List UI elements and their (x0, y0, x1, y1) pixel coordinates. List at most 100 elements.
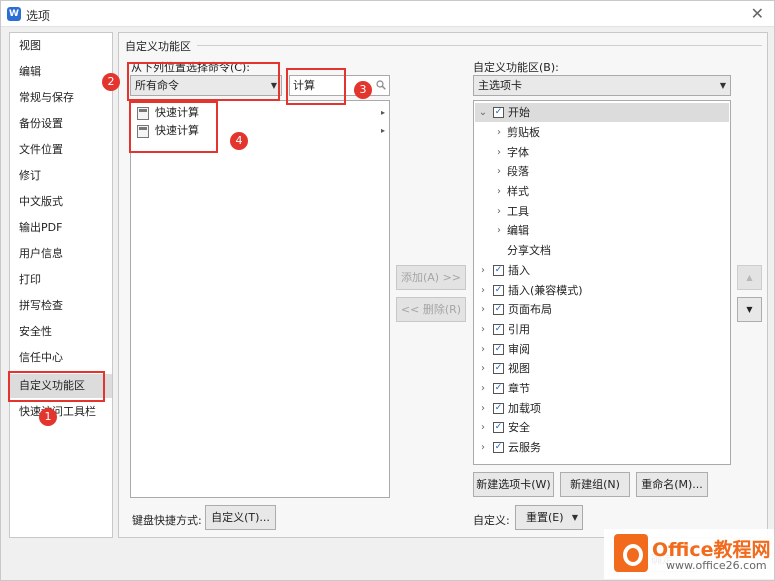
tree-item-tab[interactable]: › ✓ 页面布局 (475, 300, 729, 319)
tree-item-group[interactable]: › 字体 (475, 143, 729, 162)
checkbox-checked-icon[interactable]: ✓ (493, 107, 504, 118)
checkbox-checked-icon[interactable]: ✓ (493, 304, 504, 315)
dropdown-arrow-icon: ▼ (571, 513, 578, 522)
sidebar-item-chinese-layout[interactable]: 中文版式 (10, 190, 112, 214)
chevron-right-icon[interactable]: › (478, 418, 488, 437)
chevron-right-icon[interactable]: › (478, 340, 488, 359)
ribbon-tabs-select[interactable]: 主选项卡 ▼ (473, 75, 731, 96)
tree-item-tab[interactable]: › ✓ 引用 (475, 320, 729, 339)
sidebar-item-view[interactable]: 视图 (10, 34, 112, 58)
chevron-right-icon[interactable]: › (478, 281, 488, 300)
checkbox-checked-icon[interactable]: ✓ (493, 344, 504, 355)
checkbox-checked-icon[interactable]: ✓ (493, 285, 504, 296)
tree-item-tab[interactable]: › ✓ 插入(兼容模式) (475, 281, 729, 300)
move-up-button[interactable]: ▲ (737, 265, 762, 290)
tree-label: 章节 (508, 382, 530, 395)
checkbox-checked-icon[interactable]: ✓ (493, 442, 504, 453)
chevron-right-icon[interactable]: › (494, 123, 504, 142)
tree-label: 工具 (507, 205, 529, 218)
options-sidebar: 视图 编辑 常规与保存 备份设置 文件位置 修订 中文版式 输出PDF 用户信息… (9, 32, 113, 538)
sidebar-item-general-save[interactable]: 常规与保存 (10, 86, 112, 110)
command-search-input[interactable]: 计算 (289, 75, 390, 96)
tree-label: 段落 (507, 165, 529, 178)
checkbox-checked-icon[interactable]: ✓ (493, 422, 504, 433)
tree-item-group[interactable]: › 段落 (475, 162, 729, 181)
sidebar-item-print[interactable]: 打印 (10, 268, 112, 292)
tree-item-tab[interactable]: › ✓ 加载项 (475, 399, 729, 418)
tree-label: 编辑 (507, 224, 529, 237)
tree-label: 视图 (508, 362, 530, 375)
command-source-select[interactable]: 所有命令 ▼ (130, 75, 282, 96)
tree-item-start[interactable]: ⌄ ✓ 开始 (475, 103, 729, 122)
calculator-icon (137, 107, 149, 120)
ribbon-tabs-value: 主选项卡 (478, 79, 522, 92)
sidebar-item-file-location[interactable]: 文件位置 (10, 138, 112, 162)
rename-button[interactable]: 重命名(M)... (636, 472, 708, 497)
chevron-right-icon[interactable]: › (478, 399, 488, 418)
chevron-right-icon[interactable]: › (478, 320, 488, 339)
tree-item-group[interactable]: › 工具 (475, 202, 729, 221)
dropdown-arrow-icon: ▼ (270, 81, 277, 90)
sidebar-item-backup[interactable]: 备份设置 (10, 112, 112, 136)
customize-keyboard-button[interactable]: 自定义(T)... (205, 505, 276, 530)
site-watermark: Office教程网 www.office26.com (604, 529, 774, 579)
title-bar: W 选项 ✕ (1, 1, 774, 27)
new-tab-button[interactable]: 新建选项卡(W) (473, 472, 554, 497)
chevron-right-icon[interactable]: › (478, 379, 488, 398)
checkbox-checked-icon[interactable]: ✓ (493, 265, 504, 276)
tree-item-tab[interactable]: › ✓ 审阅 (475, 340, 729, 359)
chevron-right-icon[interactable]: › (494, 162, 504, 181)
sidebar-item-export-pdf[interactable]: 输出PDF (10, 216, 112, 240)
close-icon[interactable]: ✕ (751, 4, 764, 23)
checkbox-checked-icon[interactable]: ✓ (493, 363, 504, 374)
submenu-arrow-icon: ▸ (380, 108, 385, 117)
tree-item-group[interactable]: › 剪贴板 (475, 123, 729, 142)
chevron-right-icon[interactable]: › (494, 182, 504, 201)
sidebar-item-security[interactable]: 安全性 (10, 320, 112, 344)
sidebar-item-user-info[interactable]: 用户信息 (10, 242, 112, 266)
list-item[interactable]: 快速计算 ▸ (135, 122, 387, 140)
chevron-right-icon[interactable]: › (494, 221, 504, 240)
command-label: 快速计算 (155, 106, 199, 119)
step-badge-2: 2 (102, 73, 120, 91)
calculator-icon (137, 125, 149, 138)
chevron-down-icon[interactable]: ⌄ (478, 103, 488, 122)
tree-item-tab[interactable]: › ✓ 云服务 (475, 438, 729, 457)
add-button[interactable]: 添加(A) >> (396, 265, 466, 290)
checkbox-checked-icon[interactable]: ✓ (493, 403, 504, 414)
tree-item-group[interactable]: › 编辑 (475, 221, 729, 240)
move-down-button[interactable]: ▼ (737, 297, 762, 322)
sidebar-item-edit[interactable]: 编辑 (10, 60, 112, 84)
chevron-right-icon[interactable]: › (478, 300, 488, 319)
office-logo-icon (614, 534, 648, 572)
tree-item-tab[interactable]: › ✓ 插入 (475, 261, 729, 280)
tree-item-tab[interactable]: › ✓ 安全 (475, 418, 729, 437)
list-item[interactable]: 快速计算 ▸ (135, 104, 387, 122)
reset-label: 重置(E) (526, 511, 564, 524)
sidebar-item-customize-ribbon[interactable]: 自定义功能区 (10, 374, 112, 398)
tree-label: 审阅 (508, 343, 530, 356)
tree-item-group[interactable]: › 样式 (475, 182, 729, 201)
chevron-right-icon[interactable]: › (478, 359, 488, 378)
checkbox-checked-icon[interactable]: ✓ (493, 324, 504, 335)
checkbox-checked-icon[interactable]: ✓ (493, 383, 504, 394)
sidebar-item-quick-access-toolbar[interactable]: 快速访问工具栏 (10, 400, 112, 424)
chevron-right-icon[interactable]: › (478, 261, 488, 280)
step-badge-1: 1 (39, 408, 57, 426)
tree-item-tab[interactable]: › ✓ 视图 (475, 359, 729, 378)
reset-dropdown-button[interactable]: 重置(E) ▼ (515, 505, 583, 530)
chevron-right-icon[interactable]: › (478, 438, 488, 457)
search-icon[interactable] (376, 80, 386, 90)
new-group-button[interactable]: 新建组(N) (560, 472, 630, 497)
remove-button[interactable]: << 删除(R) (396, 297, 466, 322)
section-title: 自定义功能区 (125, 40, 191, 53)
sidebar-item-spellcheck[interactable]: 拼写检查 (10, 294, 112, 318)
watermark-url: www.office26.com (666, 559, 767, 572)
tree-item-tab[interactable]: › ✓ 章节 (475, 379, 729, 398)
chevron-right-icon[interactable]: › (494, 143, 504, 162)
chevron-right-icon[interactable]: › (494, 202, 504, 221)
sidebar-item-revision[interactable]: 修订 (10, 164, 112, 188)
watermark-title: Office教程网 (652, 539, 771, 561)
sidebar-item-trust-center[interactable]: 信任中心 (10, 346, 112, 370)
tree-item-share[interactable]: 分享文档 (475, 241, 729, 260)
